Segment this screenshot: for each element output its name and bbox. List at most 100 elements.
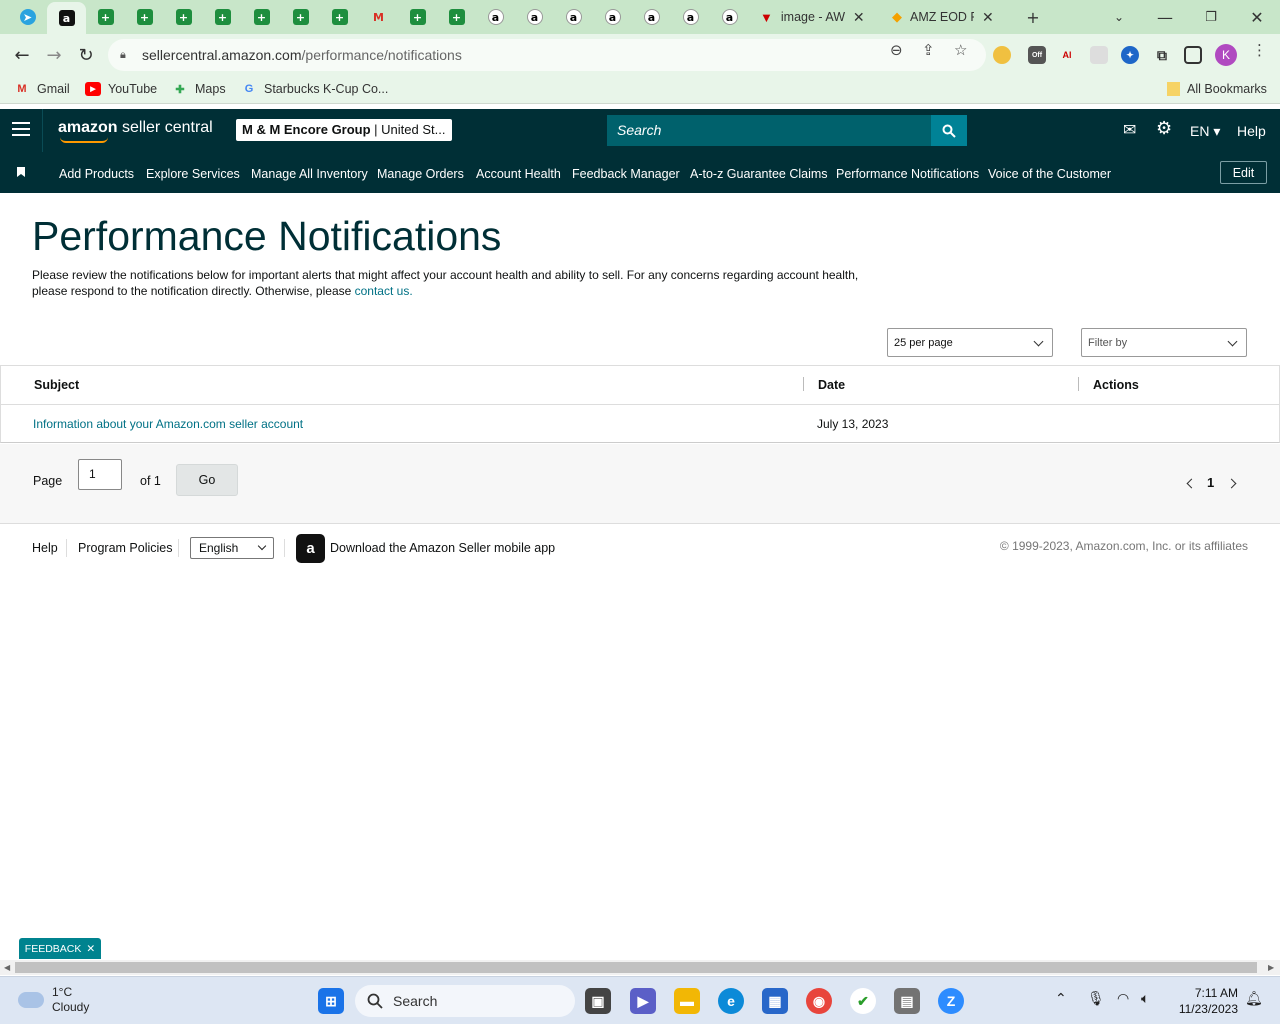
browser-tab[interactable]: + (320, 4, 359, 30)
taskbar-search[interactable]: Search (355, 985, 575, 1017)
profile-avatar[interactable]: K (1215, 44, 1237, 66)
browser-tab[interactable]: + (437, 4, 476, 30)
browser-tab[interactable]: a (632, 4, 671, 30)
edge-icon[interactable]: e (718, 988, 744, 1014)
browser-tab[interactable]: + (398, 4, 437, 30)
language-selector[interactable]: EN ▾ (1190, 123, 1220, 140)
hamburger-menu-icon[interactable] (12, 122, 30, 138)
nav-manage-orders[interactable]: Manage Orders (377, 167, 464, 181)
minimize-button[interactable]: — (1142, 0, 1188, 34)
scroll-right-icon[interactable]: ▶ (1268, 963, 1274, 972)
browser-tab[interactable]: a (476, 4, 515, 30)
next-page-icon[interactable] (1226, 478, 1237, 489)
extension-icon[interactable] (1090, 46, 1108, 64)
chrome-icon[interactable]: ◉ (806, 988, 832, 1014)
browser-tab[interactable]: M (359, 4, 398, 30)
go-button[interactable]: Go (176, 464, 238, 496)
page-number-input[interactable]: 1 (78, 459, 122, 490)
forward-button[interactable]: → (40, 41, 68, 69)
nav-manage-inventory[interactable]: Manage All Inventory (251, 167, 368, 181)
clock[interactable]: 7:11 AM 11/23/2023 (1168, 985, 1238, 1017)
browser-tab[interactable]: + (164, 4, 203, 30)
zoom-app-icon[interactable]: Z (938, 988, 964, 1014)
restore-button[interactable]: ❐ (1188, 0, 1234, 34)
feedback-tab[interactable]: FEEDBACK ✕ (19, 938, 101, 959)
extension-icon[interactable] (993, 46, 1011, 64)
edit-nav-button[interactable]: Edit (1220, 161, 1267, 184)
zoom-icon[interactable]: ⊖ (890, 41, 903, 59)
extension-off-icon[interactable]: Off (1028, 46, 1046, 64)
browser-tab[interactable]: a (593, 4, 632, 30)
tab-telegram[interactable]: ➤ (8, 4, 47, 30)
star-icon[interactable]: ☆ (954, 41, 967, 59)
horizontal-scrollbar[interactable]: ◀ ▶ (0, 960, 1280, 975)
prev-page-icon[interactable] (1186, 478, 1197, 489)
store-selector[interactable]: M & M Encore Group | United St... (236, 119, 452, 141)
wifi-icon[interactable]: ◠ (1117, 991, 1129, 1007)
back-button[interactable]: ← (8, 41, 36, 69)
file-explorer-icon[interactable]: ▬ (674, 988, 700, 1014)
teams-icon[interactable]: ▶ (630, 988, 656, 1014)
close-tab-icon[interactable]: ✕ (853, 9, 865, 26)
browser-tab[interactable]: a (554, 4, 593, 30)
contact-us-link[interactable]: contact us. (355, 284, 413, 298)
browser-tab[interactable]: + (203, 4, 242, 30)
program-policies-link[interactable]: Program Policies (78, 541, 172, 555)
nav-explore-services[interactable]: Explore Services (146, 167, 240, 181)
task-view-icon[interactable]: ▣ (585, 988, 611, 1014)
nav-account-health[interactable]: Account Health (476, 167, 561, 181)
windows-start-icon[interactable]: ⊞ (318, 988, 344, 1014)
tab-image-aw[interactable]: ▼ image - AW ✕ (752, 4, 873, 30)
browser-tab[interactable]: + (86, 4, 125, 30)
puzzle-icon[interactable]: ⧉ (1153, 46, 1171, 64)
browser-tab[interactable]: a (710, 4, 749, 30)
nav-a-to-z-claims[interactable]: A-to-z Guarantee Claims (690, 167, 828, 181)
gear-icon[interactable]: ⚙ (1156, 118, 1172, 139)
calculator-icon[interactable]: ▤ (894, 988, 920, 1014)
store-icon[interactable]: ▦ (762, 988, 788, 1014)
close-icon[interactable]: ✕ (86, 943, 95, 955)
search-input[interactable]: Search (607, 115, 931, 146)
browser-tab[interactable]: a (515, 4, 554, 30)
notification-subject-link[interactable]: Information about your Amazon.com seller… (33, 417, 303, 431)
tray-chevron-icon[interactable]: ⌃ (1055, 991, 1067, 1007)
per-page-dropdown[interactable]: 25 per page (887, 328, 1053, 357)
browser-tab[interactable]: + (242, 4, 281, 30)
tab-search-icon[interactable]: ⌄ (1096, 0, 1142, 34)
nav-feedback-manager[interactable]: Feedback Manager (572, 167, 680, 181)
nav-add-products[interactable]: Add Products (59, 167, 134, 181)
all-bookmarks[interactable]: All Bookmarks (1167, 82, 1267, 96)
microphone-icon[interactable]: 🎙︎ (1087, 991, 1105, 1007)
browser-tab[interactable]: + (281, 4, 320, 30)
weather-widget[interactable]: 1°C Cloudy (18, 985, 89, 1015)
close-tab-icon[interactable]: ✕ (982, 9, 994, 26)
seller-central-logo[interactable]: amazon seller central (58, 119, 213, 143)
nav-voice-of-customer[interactable]: Voice of the Customer (988, 167, 1111, 181)
new-tab-button[interactable]: + (1010, 0, 1056, 34)
help-link[interactable]: Help (1237, 123, 1266, 139)
browser-tab[interactable]: a (671, 4, 710, 30)
extension-icon[interactable]: ✦ (1121, 46, 1139, 64)
download-app-link[interactable]: Download the Amazon Seller mobile app (330, 541, 555, 555)
address-bar[interactable]: 🔒︎ sellercentral.amazon.com/performance/… (108, 39, 986, 71)
browser-tab[interactable]: + (125, 4, 164, 30)
extension-alert-icon[interactable]: Al (1058, 46, 1076, 64)
bookmark-youtube[interactable]: ▶ YouTube (85, 82, 157, 96)
volume-icon[interactable]: 🔈︎ (1141, 991, 1149, 1007)
footer-language-select[interactable]: English (190, 537, 274, 559)
search-button[interactable] (931, 115, 967, 146)
bookmark-starbucks[interactable]: G Starbucks K-Cup Co... (241, 82, 389, 96)
side-panel-icon[interactable] (1184, 46, 1202, 64)
footer-help-link[interactable]: Help (32, 541, 58, 555)
scroll-left-icon[interactable]: ◀ (4, 963, 10, 972)
todo-icon[interactable]: ✔ (850, 988, 876, 1014)
menu-icon[interactable]: ⋮ (1252, 41, 1267, 59)
tab-amz-eod[interactable]: ◆ AMZ EOD F ✕ (884, 4, 1002, 30)
nav-performance-notifications[interactable]: Performance Notifications (836, 167, 979, 181)
column-header-subject[interactable]: Subject (34, 378, 79, 392)
scroll-thumb[interactable] (15, 962, 1257, 973)
column-header-date[interactable]: Date (818, 378, 845, 392)
close-window-button[interactable]: ✕ (1234, 0, 1280, 34)
bookmark-maps[interactable]: ✚ Maps (172, 82, 225, 96)
tab-active-seller-central[interactable]: a (47, 2, 86, 34)
